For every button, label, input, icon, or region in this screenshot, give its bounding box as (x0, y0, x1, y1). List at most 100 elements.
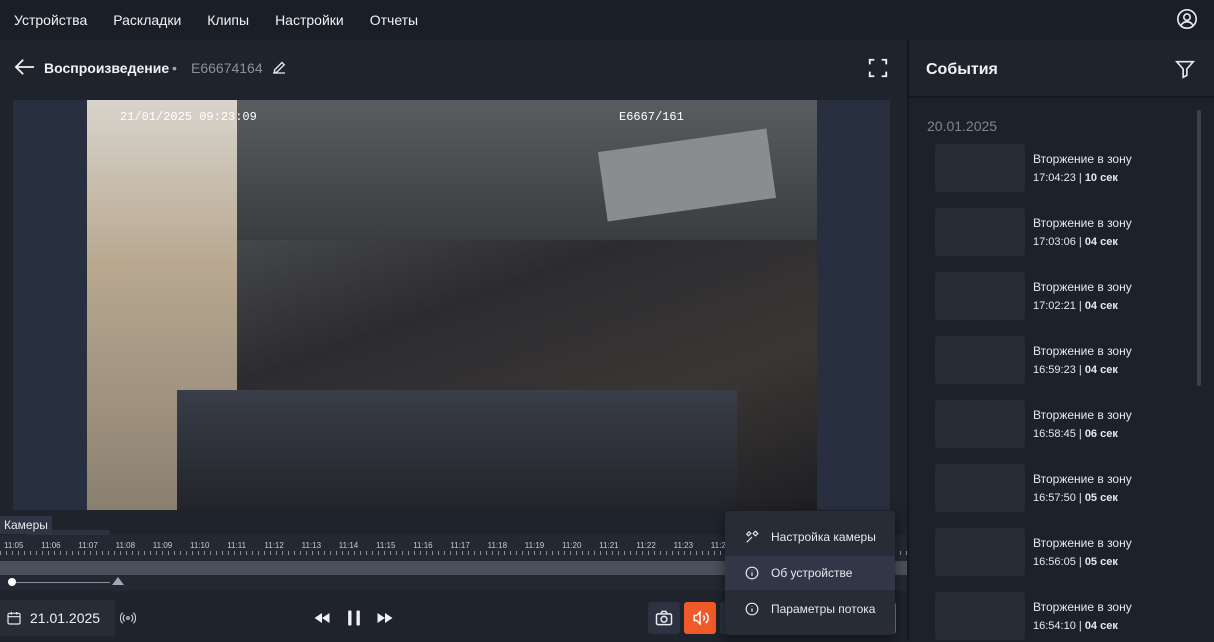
rewind-icon[interactable] (312, 608, 332, 628)
events-sidebar: События 20.01.2025 Вторжение в зону 17:04… (907, 40, 1214, 640)
event-name: Вторжение в зону (1033, 536, 1132, 550)
date-picker[interactable]: 21.01.2025 (0, 600, 115, 636)
camera-icon (655, 610, 673, 626)
timeline-zoom-slider[interactable] (4, 577, 124, 586)
event-time: 17:02:21 (1033, 300, 1076, 312)
event-thumbnail[interactable] (935, 528, 1025, 576)
event-thumbnail[interactable] (935, 400, 1025, 448)
event-duration: 05 сек (1084, 556, 1118, 568)
snapshot-button[interactable] (648, 602, 680, 634)
nav-clips[interactable]: Клипы (207, 12, 249, 28)
event-item[interactable]: Вторжение в зону 16:54:10 | 04 сек (935, 592, 1195, 642)
pencil-icon[interactable] (270, 58, 288, 76)
event-thumbnail[interactable] (935, 592, 1025, 640)
menu-item-about-device[interactable]: Об устройстве (725, 556, 895, 590)
title-separator: • (172, 60, 177, 76)
tools-icon (745, 530, 759, 543)
timeline-tick-label: 11:08 (115, 541, 136, 550)
timeline-tick-label: 11:18 (487, 541, 508, 550)
user-circle-icon[interactable] (1176, 8, 1198, 30)
zoom-marker[interactable] (112, 577, 124, 585)
timeline-tick-label: 11:23 (673, 541, 694, 550)
zoom-knob[interactable] (8, 578, 16, 586)
timeline-tick-label: 11:17 (450, 541, 470, 550)
event-thumbnail[interactable] (935, 144, 1025, 192)
event-meta: 16:54:10 | 04 сек (1033, 620, 1118, 632)
timeline-tick-label: 11:22 (636, 541, 656, 550)
event-time: 17:03:06 (1033, 236, 1076, 248)
event-thumbnail[interactable] (935, 272, 1025, 320)
nav-reports[interactable]: Отчеты (370, 12, 418, 28)
nav-devices[interactable]: Устройства (14, 12, 87, 28)
settings-context-menu: Настройка камеры Об устройстве Параметры… (725, 511, 895, 635)
nav-layouts[interactable]: Раскладки (113, 12, 181, 28)
timeline-tick-label: 11:07 (78, 541, 98, 550)
event-name: Вторжение в зону (1033, 216, 1132, 230)
timeline-tick-label: 11:19 (524, 541, 545, 550)
selected-date: 21.01.2025 (30, 610, 101, 626)
event-meta: 16:58:45 | 06 сек (1033, 428, 1118, 440)
timeline-tick-label: 11:16 (413, 541, 433, 550)
cameras-track-label: Камеры (0, 516, 52, 534)
video-container: 21/01/2025 09:23:09 E6667/161 HQ (13, 100, 890, 560)
event-item[interactable]: Вторжение в зону 16:56:05 | 05 сек (935, 528, 1195, 578)
event-time: 16:56:05 (1033, 556, 1076, 568)
event-duration: 06 сек (1084, 428, 1118, 440)
event-item[interactable]: Вторжение в зону 17:04:23 | 10 сек (935, 144, 1195, 194)
event-item[interactable]: Вторжение в зону 16:57:50 | 05 сек (935, 464, 1195, 514)
video-desk-scene (177, 390, 737, 510)
events-scrollbar[interactable] (1197, 110, 1201, 386)
timeline-tick-label: 11:11 (227, 541, 247, 550)
camera-video-feed[interactable]: 21/01/2025 09:23:09 E6667/161 (87, 100, 817, 510)
event-duration: 04 сек (1084, 236, 1118, 248)
event-thumbnail[interactable] (935, 464, 1025, 512)
timeline-tick-label: 11:10 (190, 541, 210, 550)
nav-settings[interactable]: Настройки (275, 12, 344, 28)
fullscreen-icon[interactable] (867, 57, 889, 79)
pause-icon[interactable] (344, 608, 364, 628)
top-navigation-bar: Устройства Раскладки Клипы Настройки Отч… (0, 0, 1214, 40)
timeline-tick-label: 11:09 (152, 541, 173, 550)
events-date-group: 20.01.2025 (927, 118, 998, 134)
live-broadcast-icon[interactable] (120, 610, 136, 626)
timeline-tick-label: 11:05 (4, 541, 24, 550)
event-item[interactable]: Вторжение в зону 16:59:23 | 04 сек (935, 336, 1195, 386)
calendar-icon (7, 612, 21, 625)
fast-forward-icon[interactable] (375, 608, 395, 628)
event-name: Вторжение в зону (1033, 280, 1132, 294)
event-time: 16:58:45 (1033, 428, 1076, 440)
event-duration: 10 сек (1084, 172, 1118, 184)
audio-button[interactable] (684, 602, 716, 634)
timeline-tick-label: 11:14 (338, 541, 359, 550)
event-item[interactable]: Вторжение в зону 17:03:06 | 04 сек (935, 208, 1195, 258)
page-title: Воспроизведение (44, 60, 170, 76)
menu-item-label: Параметры потока (771, 602, 876, 616)
menu-item-stream-params[interactable]: Параметры потока (725, 592, 895, 626)
filter-icon[interactable] (1174, 58, 1196, 80)
event-meta: 16:57:50 | 05 сек (1033, 492, 1118, 504)
main-nav: Устройства Раскладки Клипы Настройки Отч… (0, 12, 418, 28)
menu-item-camera-settings[interactable]: Настройка камеры (725, 520, 895, 554)
event-time: 17:04:23 (1033, 172, 1076, 184)
info-icon (745, 566, 759, 580)
event-item[interactable]: Вторжение в зону 17:02:21 | 04 сек (935, 272, 1195, 322)
timeline-tick-label: 11:20 (562, 541, 582, 550)
event-time: 16:57:50 (1033, 492, 1076, 504)
menu-item-label: Об устройстве (771, 566, 853, 580)
event-name: Вторжение в зону (1033, 408, 1132, 422)
timeline-tick-label: 11:2 (710, 541, 726, 550)
osd-timestamp: 21/01/2025 09:23:09 (120, 110, 257, 124)
playback-header: Воспроизведение • E66674164 (0, 40, 907, 96)
event-item[interactable]: Вторжение в зону 16:58:45 | 06 сек (935, 400, 1195, 450)
event-meta: 16:59:23 | 04 сек (1033, 364, 1118, 376)
event-meta: 16:56:05 | 05 сек (1033, 556, 1118, 568)
event-duration: 05 сек (1084, 492, 1118, 504)
event-thumbnail[interactable] (935, 336, 1025, 384)
info-icon (745, 602, 759, 616)
events-header: События (909, 40, 1214, 98)
event-thumbnail[interactable] (935, 208, 1025, 256)
timeline-tick-label: 11:13 (301, 541, 322, 550)
event-name: Вторжение в зону (1033, 600, 1132, 614)
timeline-tick-label: 11:12 (264, 541, 284, 550)
arrow-left-icon[interactable] (14, 57, 36, 77)
